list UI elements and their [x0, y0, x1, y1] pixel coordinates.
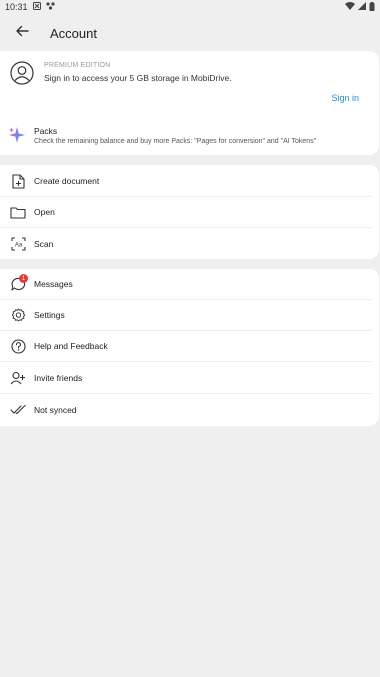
packs-title: Packs: [34, 126, 58, 136]
menu-label: Settings: [34, 310, 65, 320]
menu-label: Not synced: [34, 404, 77, 415]
account-card: PREMIUM EDITION Sign in to access your 5…: [0, 51, 379, 155]
notification-icon: [32, 2, 41, 12]
menu-label: Messages: [34, 279, 73, 289]
menu-label: Open: [34, 207, 55, 217]
menu-item-invite-friends[interactable]: Invite friends: [0, 363, 371, 394]
menu-label: Invite friends: [34, 373, 83, 383]
premium-edition-label: PREMIUM EDITION: [44, 62, 111, 69]
back-button[interactable]: [0, 14, 44, 52]
account-sign-in-row[interactable]: PREMIUM EDITION Sign in to access your 5…: [0, 51, 379, 113]
status-time: 10:31: [5, 2, 28, 12]
back-arrow-icon: [15, 24, 29, 42]
packs-description: Check the remaining balance and buy more…: [34, 138, 317, 145]
svg-text:Aa: Aa: [14, 242, 22, 248]
help-icon: [0, 338, 34, 354]
double-check-icon: [0, 404, 34, 415]
sparkle-icon: [8, 126, 26, 149]
create-document-icon: [0, 173, 34, 189]
menu-label: Create document: [34, 176, 100, 186]
gear-icon: [0, 308, 34, 323]
menu-item-create-document[interactable]: Create document: [0, 166, 371, 197]
app-bar: Account: [0, 14, 380, 52]
messages-badge: 1: [19, 274, 28, 283]
battery-icon: [369, 1, 375, 13]
menu-item-scan[interactable]: Aa Scan: [0, 228, 371, 259]
menu-label: Help and Feedback: [34, 341, 108, 351]
menu-item-open[interactable]: Open: [0, 197, 371, 228]
signal-icon: [358, 2, 366, 12]
menu-item-messages[interactable]: 1 Messages: [0, 269, 371, 300]
account-description: Sign in to access your 5 GB storage in M…: [44, 73, 232, 83]
menu-item-not-synced[interactable]: Not synced: [0, 394, 371, 425]
messages-icon: 1: [0, 274, 34, 291]
menu-label: Scan: [34, 238, 54, 249]
more-card: 1 Messages Settings Help and Feedback In…: [0, 269, 379, 426]
menu-item-settings[interactable]: Settings: [0, 300, 371, 331]
scan-icon: Aa: [0, 236, 34, 251]
packs-row[interactable]: Packs Check the remaining balance and bu…: [0, 121, 379, 151]
status-bar: 10:31: [0, 0, 380, 14]
sign-in-link[interactable]: Sign in: [331, 93, 359, 103]
folder-icon: [0, 206, 34, 219]
add-person-icon: [0, 371, 34, 385]
wifi-icon: [345, 2, 355, 12]
tools-card: Create document Open Aa Scan: [0, 165, 379, 259]
avatar-icon: [10, 61, 34, 90]
app-notification-icon: [45, 2, 55, 12]
page-title: Account: [50, 25, 97, 41]
menu-item-help-feedback[interactable]: Help and Feedback: [0, 331, 371, 362]
